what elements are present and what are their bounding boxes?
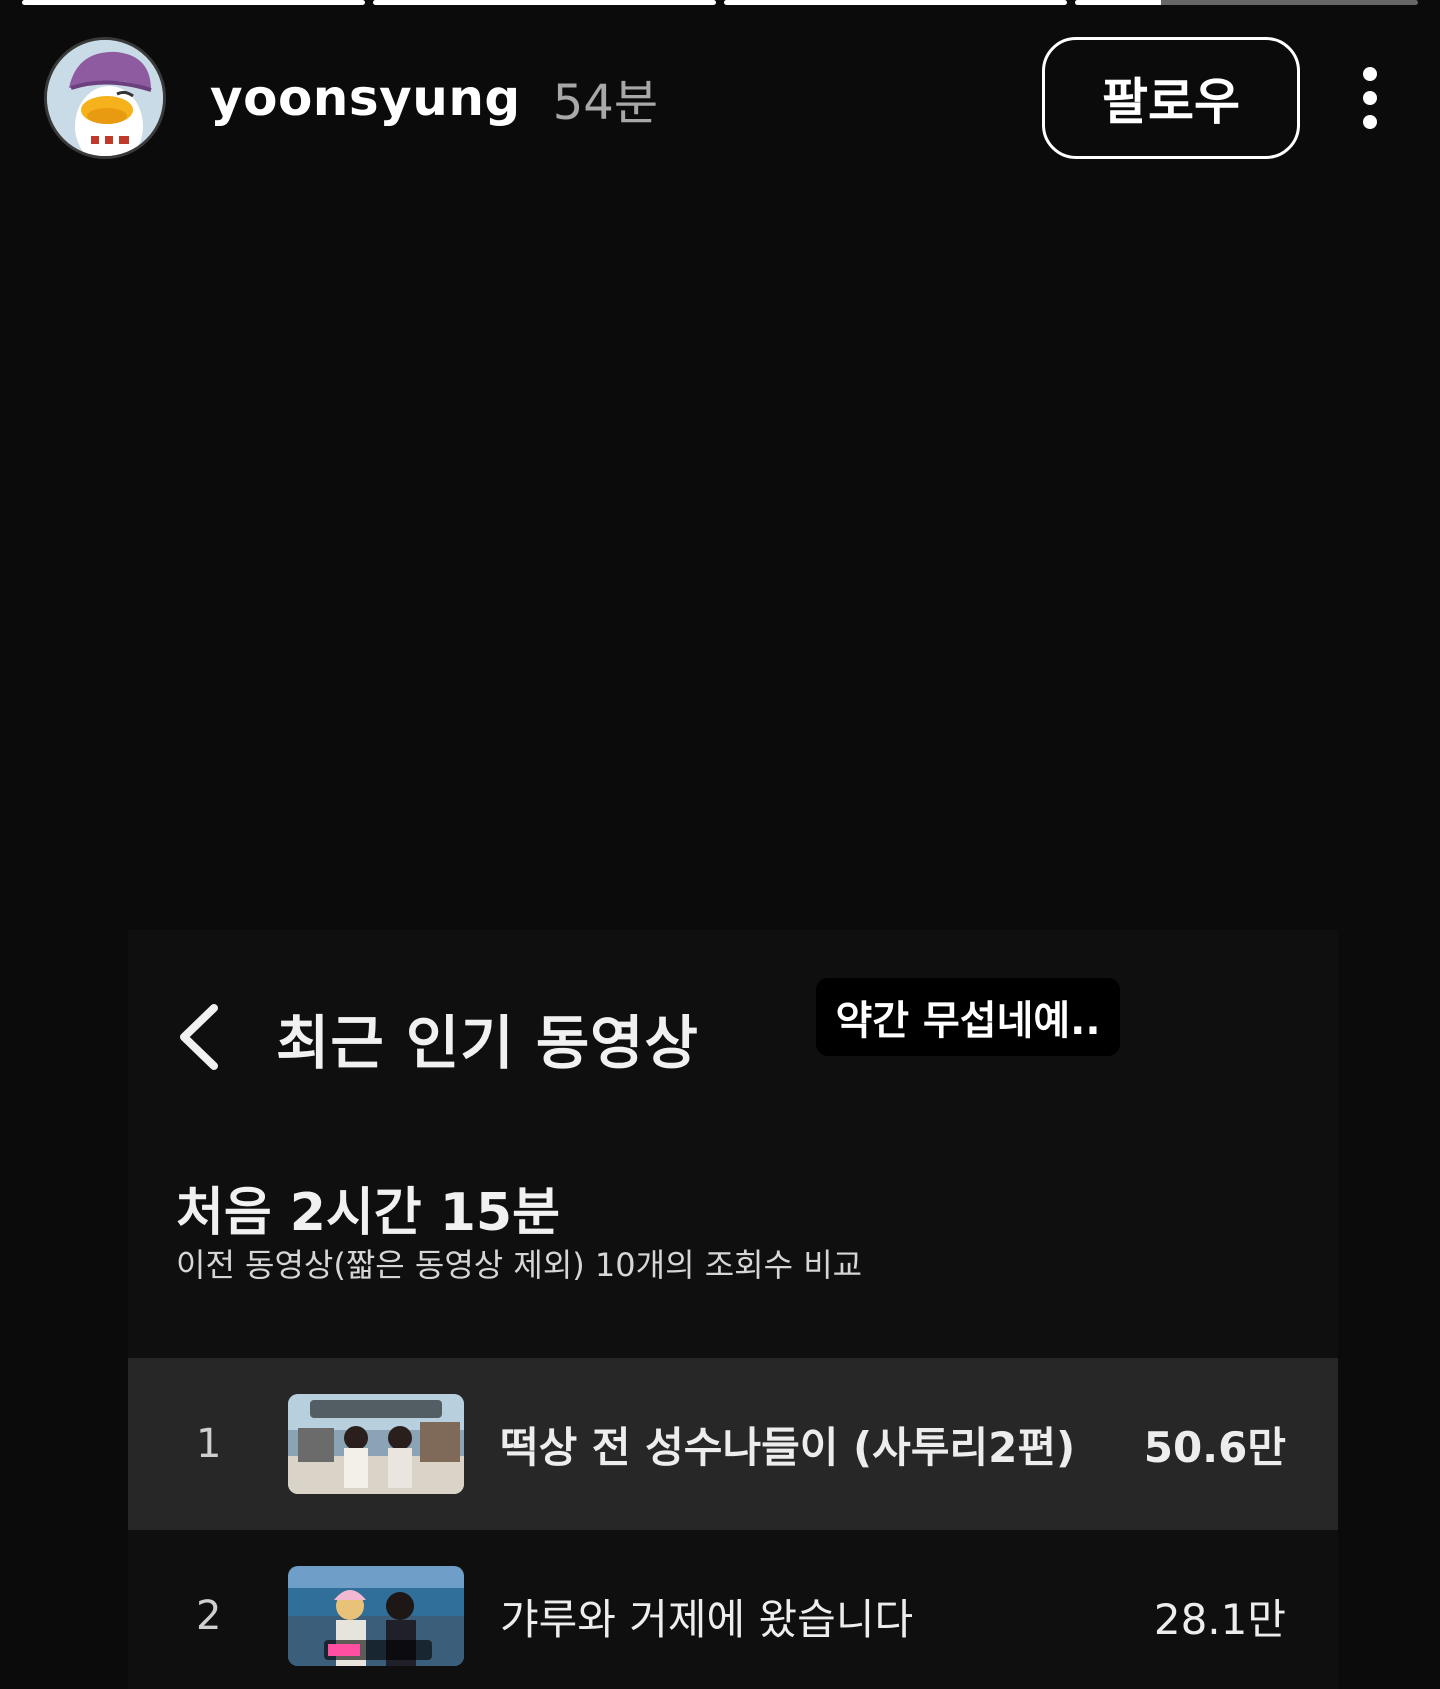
video-thumbnail (288, 1566, 464, 1666)
chevron-left-icon (180, 1004, 218, 1070)
story-progress-fill (724, 0, 1067, 5)
story-caption: 약간 무섭네예.. (816, 978, 1120, 1056)
story-progress-fill (22, 0, 365, 5)
video-views: 50.6만 (1143, 1422, 1286, 1472)
video-title[interactable]: 떡상 전 성수나들이 (사투리2편) (500, 1358, 1075, 1530)
duck-avatar-image (47, 40, 163, 156)
follow-button[interactable]: 팔로우 (1042, 37, 1300, 159)
duration-heading: 처음 2시간 15분 (176, 1183, 560, 1243)
video-thumbnail-image (288, 1566, 464, 1666)
story-progress-fill (1075, 0, 1161, 5)
video-views: 28.1만 (1153, 1594, 1286, 1644)
story-progress-segment (373, 0, 716, 5)
story-progress-segment (724, 0, 1067, 5)
story-header: yoonsyung 54분 팔로우 (44, 36, 1400, 160)
comparison-subtitle: 이전 동영상(짧은 동영상 제외) 10개의 조회수 비교 (176, 1246, 863, 1284)
story-progress-segment (1075, 0, 1418, 5)
video-thumbnail (288, 1394, 464, 1494)
shared-screenshot: 최근 인기 동영상 약간 무섭네예.. 처음 2시간 15분 이전 동영상(짧은… (128, 930, 1338, 1689)
post-time: 54분 (552, 75, 658, 131)
video-thumbnail-image (288, 1394, 464, 1494)
more-button[interactable] (1340, 37, 1400, 159)
story-progress-fill (373, 0, 716, 5)
video-rank: 2 (196, 1593, 222, 1639)
video-rank: 1 (196, 1421, 222, 1467)
username[interactable]: yoonsyung (210, 69, 521, 127)
video-row: 1 떡상 전 성수나들이 (사투리2편) 50.6만 (128, 1358, 1338, 1530)
story-progress (22, 0, 1418, 5)
story-viewer: yoonsyung 54분 팔로우 최근 인기 동영상 약간 무섭네예.. 처음… (0, 0, 1440, 1689)
page-title: 최근 인기 동영상 (276, 1009, 699, 1077)
more-vertical-icon (1363, 67, 1377, 129)
video-title[interactable]: 갸루와 거제에 왔습니다 (500, 1530, 913, 1689)
avatar[interactable] (44, 37, 166, 159)
story-progress-segment (22, 0, 365, 5)
video-row: 2 갸루와 거제에 왔습니다 28.1만 (128, 1530, 1338, 1689)
